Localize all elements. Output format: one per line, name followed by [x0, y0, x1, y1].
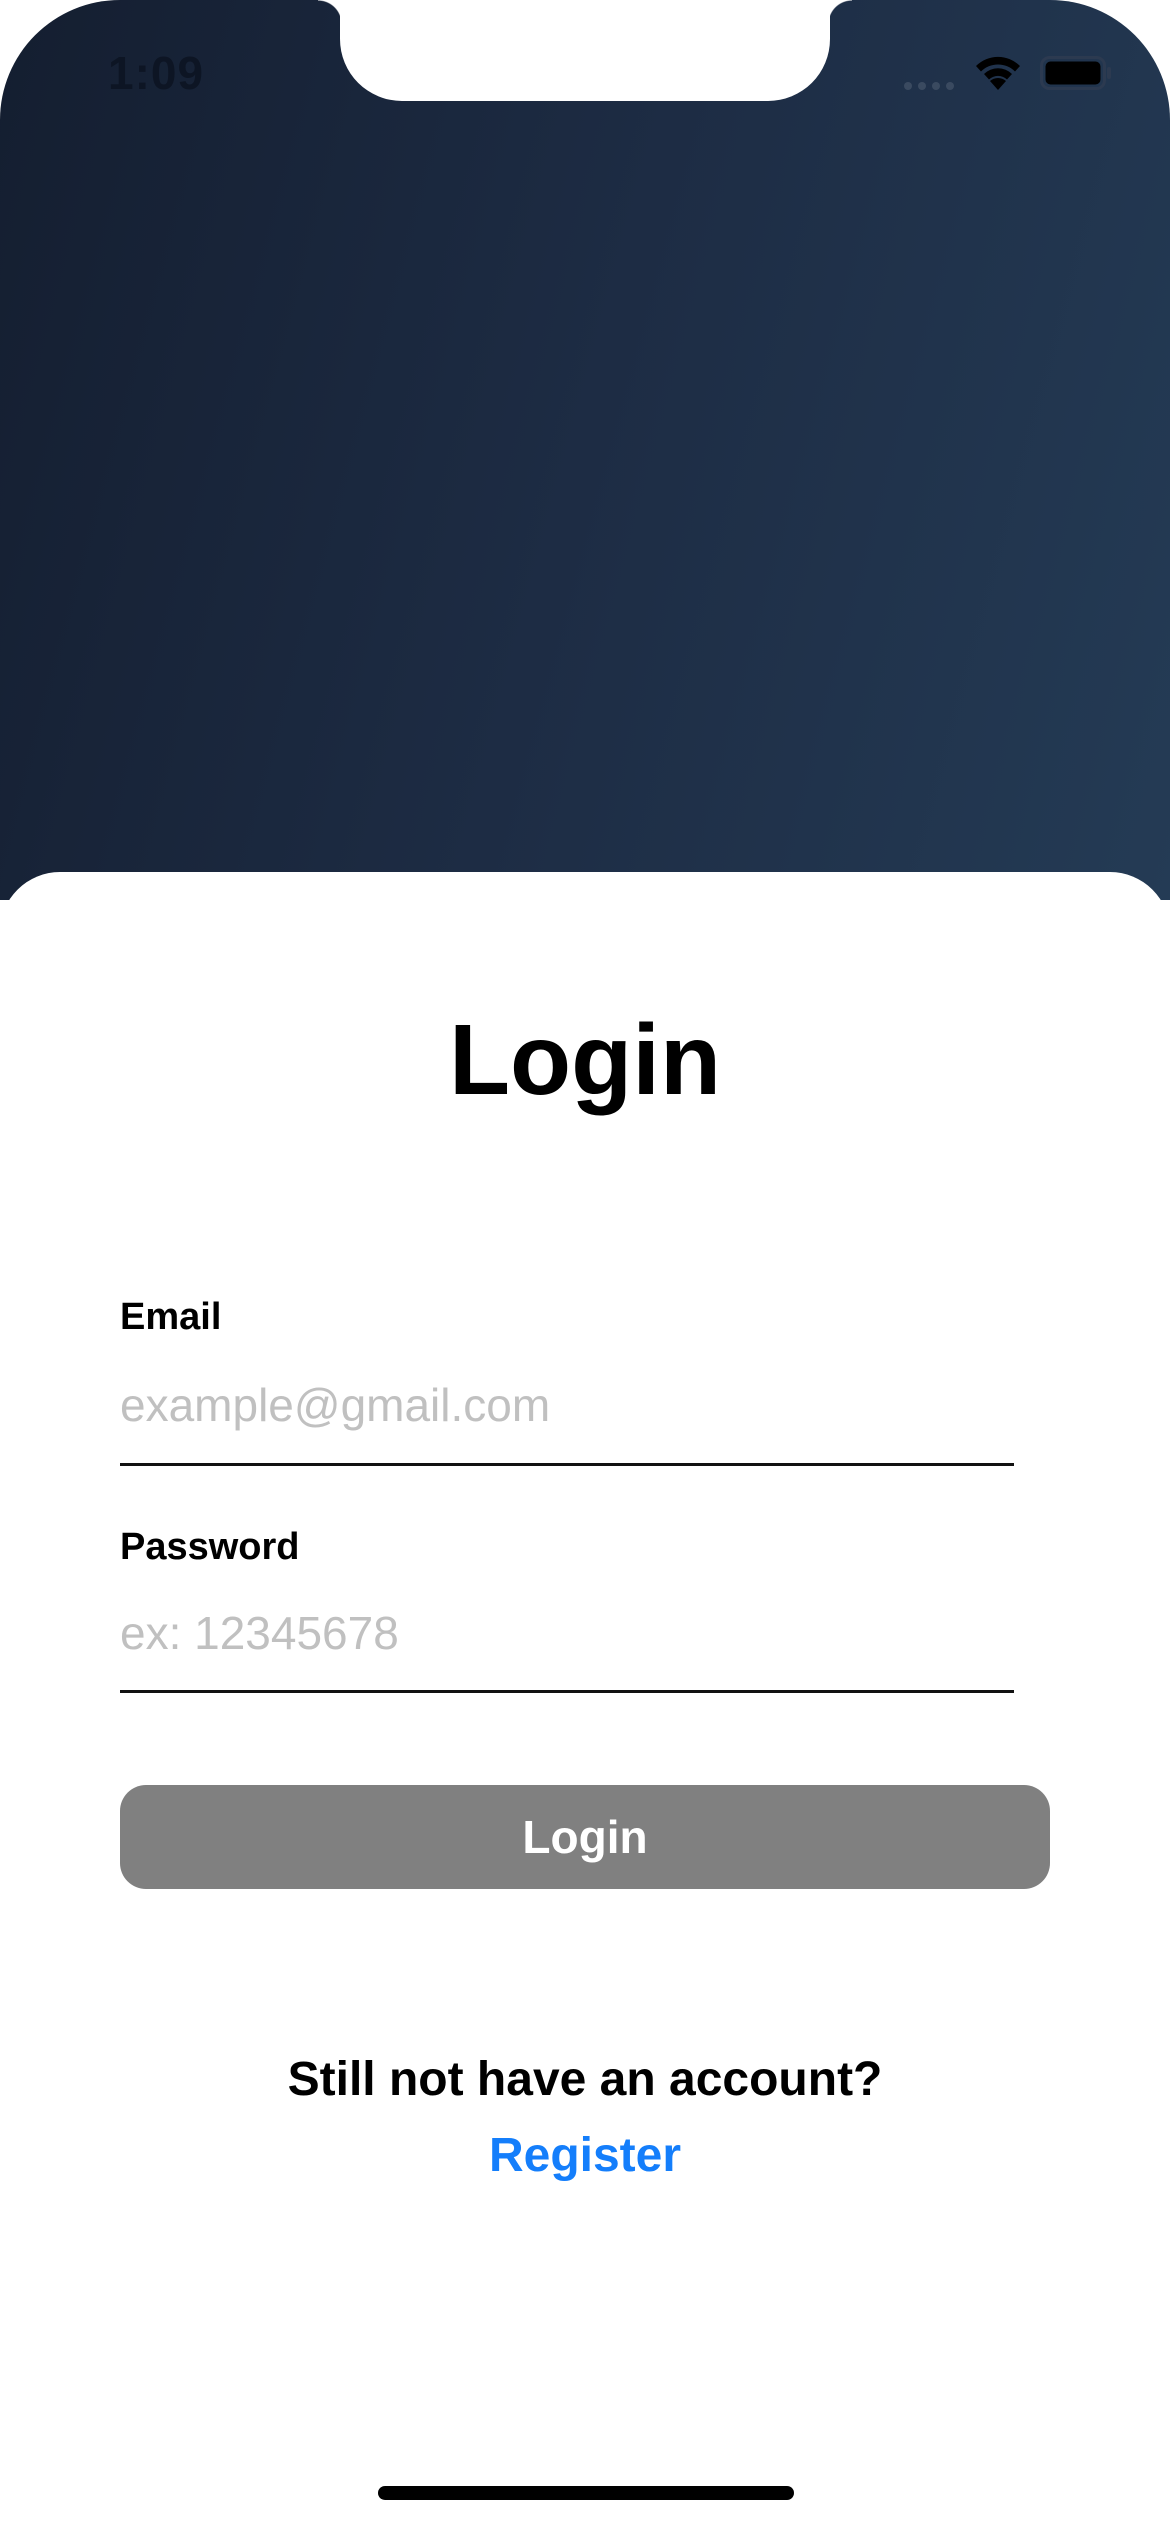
device-notch: [340, 0, 830, 101]
notch-corner-right: [828, 0, 852, 24]
battery-icon: [1040, 56, 1111, 90]
cellular-signal-icon: [904, 82, 954, 90]
email-label: Email: [120, 1296, 222, 1338]
header-background: [0, 0, 1170, 900]
password-label: Password: [120, 1526, 300, 1568]
password-underline: [120, 1690, 1014, 1693]
login-card: [0, 872, 1170, 2532]
notch-corner-left: [318, 0, 342, 24]
status-bar-time: 1:09: [108, 47, 205, 99]
email-underline: [120, 1463, 1014, 1466]
login-button[interactable]: Login: [120, 1785, 1050, 1889]
email-input[interactable]: [120, 1370, 1012, 1440]
password-input[interactable]: [120, 1598, 1012, 1668]
account-prompt: Still not have an account?: [287, 2053, 883, 2106]
home-indicator[interactable]: [378, 2486, 794, 2500]
page-title: Login: [448, 1004, 722, 1116]
register-link[interactable]: Register: [0, 2128, 1170, 2183]
login-screen: 1:09 Login Email Password Login Still no…: [0, 0, 1170, 2532]
wifi-icon: [976, 56, 1020, 90]
